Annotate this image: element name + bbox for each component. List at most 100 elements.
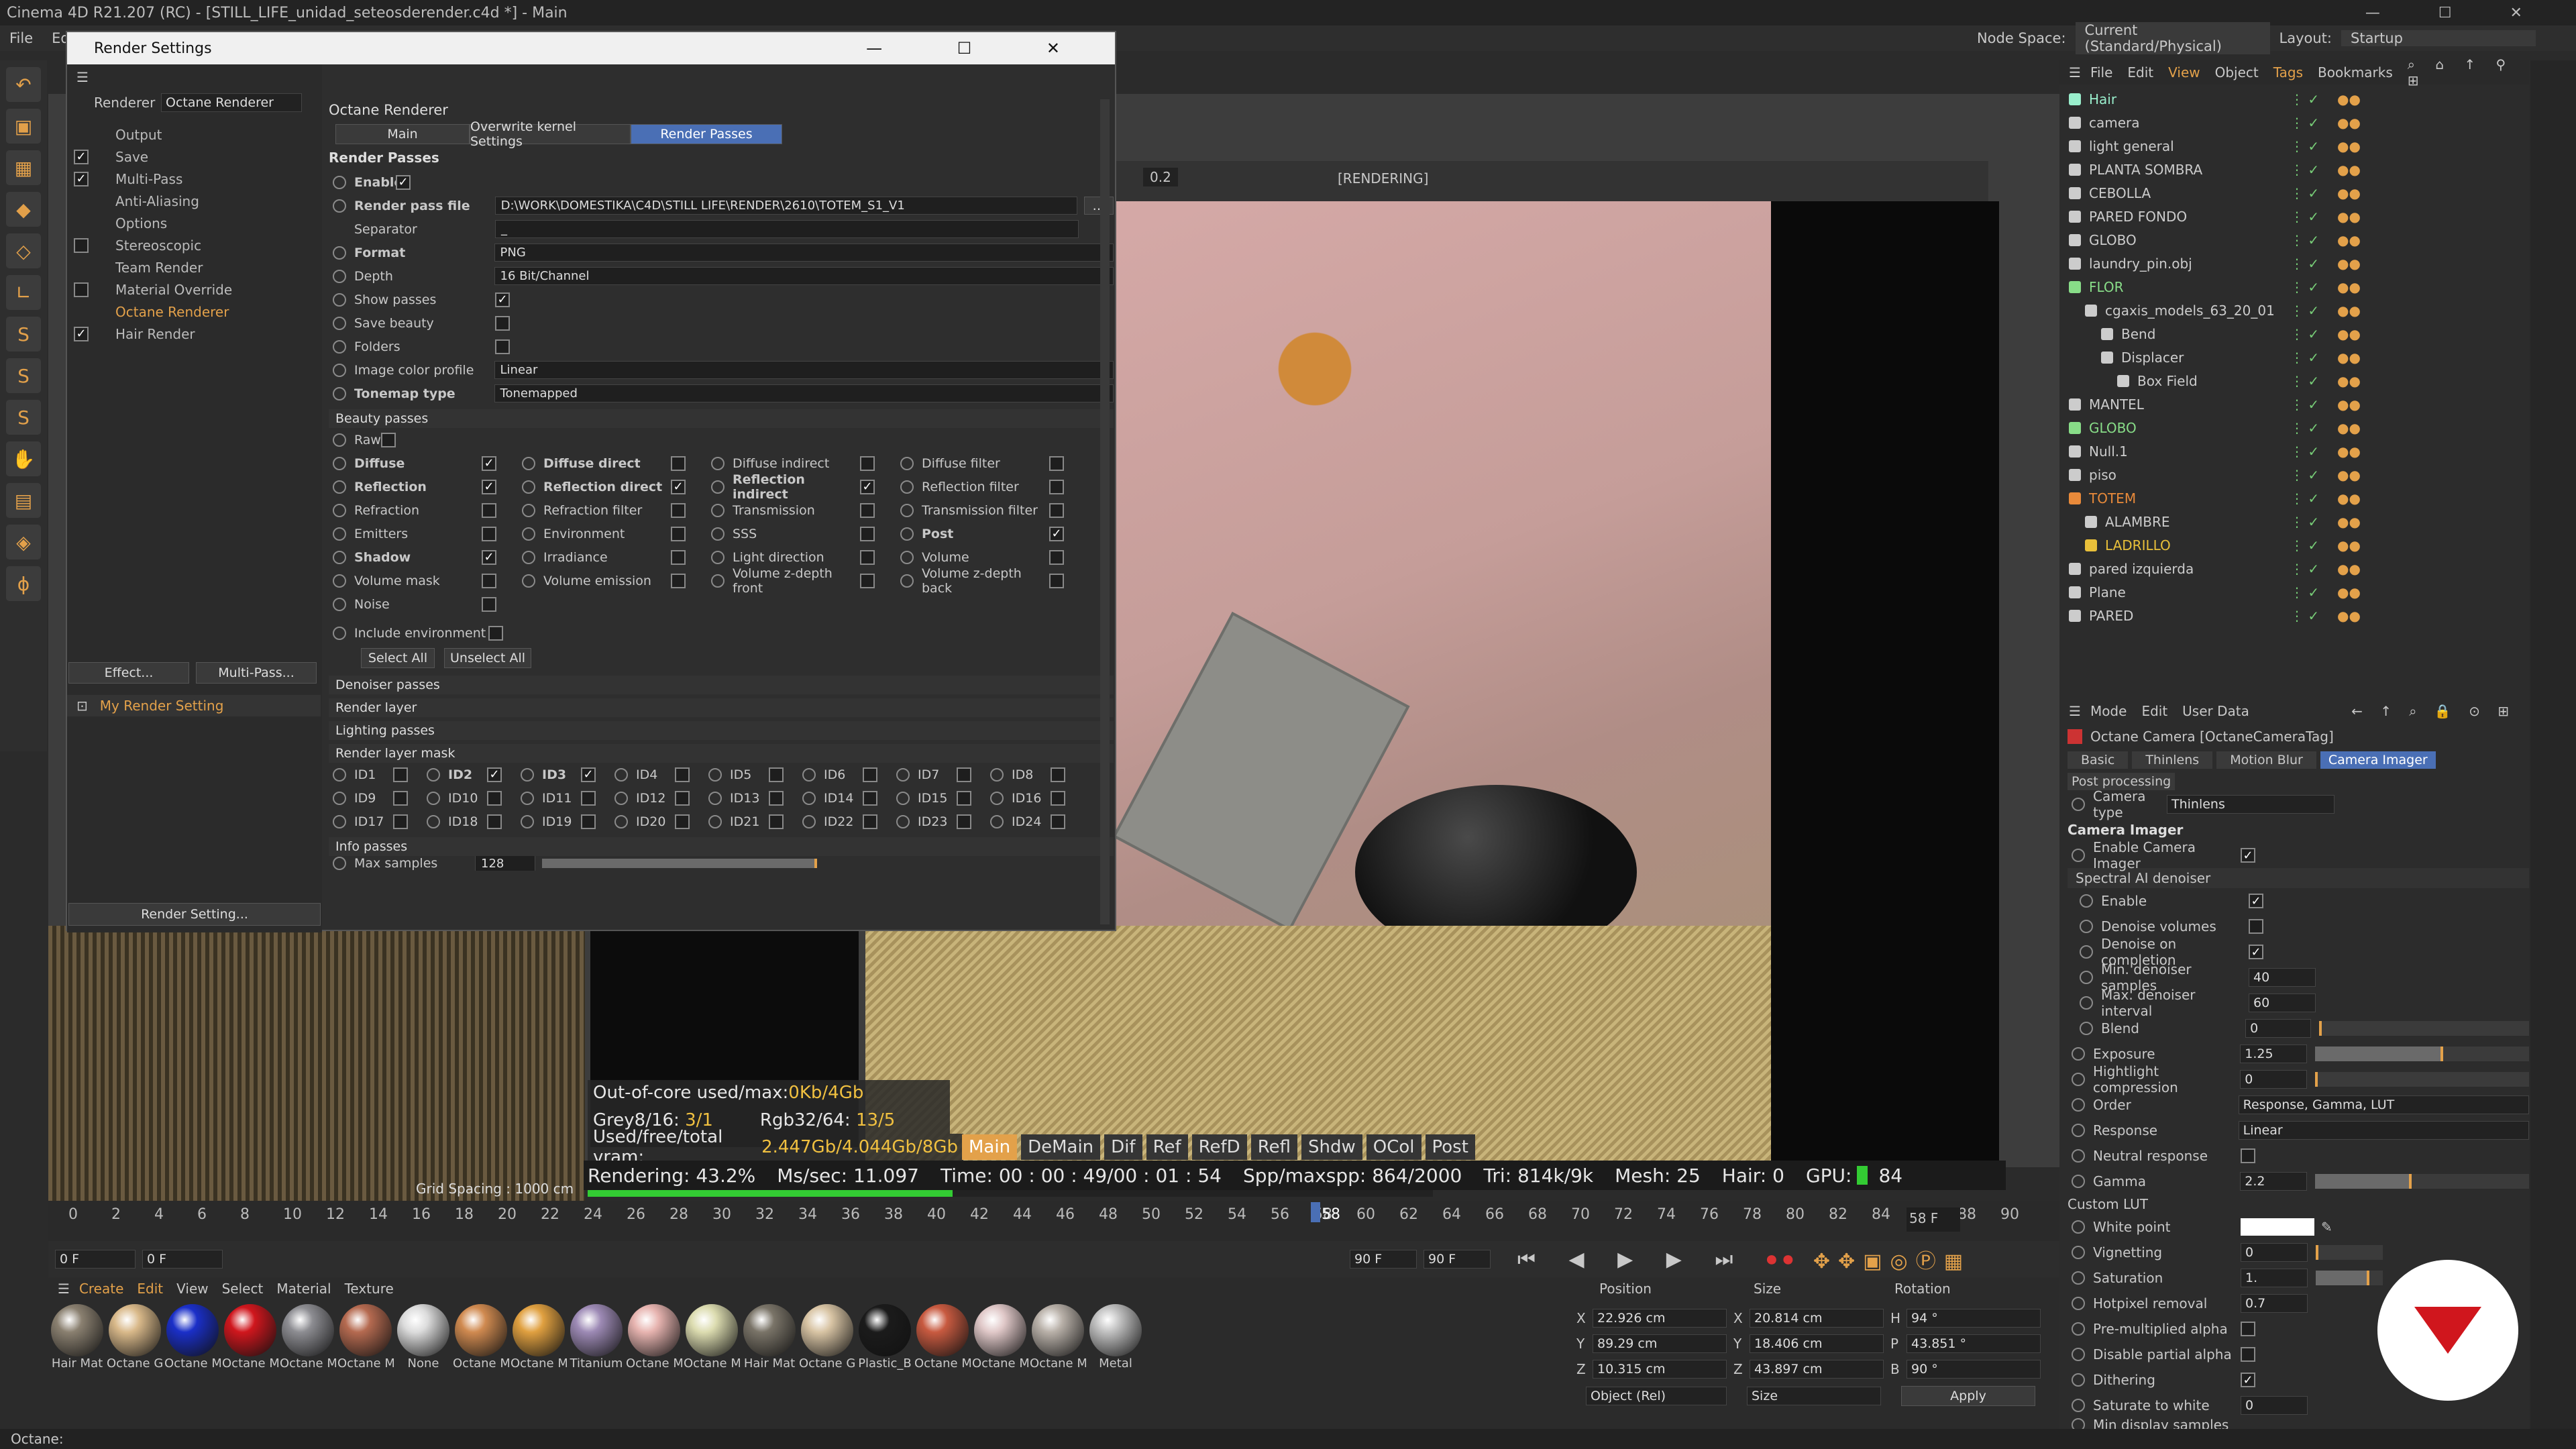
camera-type-radio[interactable] — [2072, 798, 2085, 811]
beauty-pass-radio[interactable] — [900, 456, 914, 470]
layer-id-radio[interactable] — [990, 767, 1004, 782]
object-row[interactable]: MANTEL ⋮ ✓ ●● — [2059, 392, 2529, 416]
key-tools-icon[interactable]: ✥✥▣◎Ⓟ▦ — [1813, 1244, 1971, 1274]
beauty-pass-radio[interactable] — [333, 550, 346, 564]
coord-value-field[interactable]: 90 ° — [1907, 1360, 2041, 1379]
tonemap-radio[interactable] — [333, 386, 346, 400]
node-space-select[interactable]: Current (Standard/Physical) — [2075, 22, 2270, 54]
color-profile-select[interactable]: Linear — [494, 361, 1114, 379]
layer-id-radio[interactable] — [802, 791, 816, 805]
obj-menu-object[interactable]: Object — [2215, 64, 2259, 80]
layer-id-radio[interactable] — [521, 814, 534, 828]
material-item[interactable]: Octane M — [625, 1300, 683, 1371]
layer-id-radio[interactable] — [708, 814, 722, 828]
object-row[interactable]: Displacer ⋮ ✓ ●● — [2059, 345, 2529, 369]
object-name[interactable]: cgaxis_models_63_20_01 — [2105, 303, 2290, 319]
show-passes-radio[interactable] — [333, 292, 346, 307]
material-preview[interactable] — [224, 1304, 276, 1356]
material-item[interactable]: Octane M — [914, 1300, 971, 1371]
visibility-dots-icon[interactable]: ⋮ ✓ — [2290, 232, 2337, 248]
visibility-dots-icon[interactable]: ⋮ ✓ — [2290, 326, 2337, 342]
settings-tree-label[interactable]: Octane Renderer — [115, 304, 229, 320]
layer-id-radio[interactable] — [708, 767, 722, 782]
layer-id-checkbox[interactable] — [769, 790, 784, 806]
min-samples-radio[interactable] — [2080, 971, 2093, 984]
attr-menu-userdata[interactable]: User Data — [2182, 703, 2249, 719]
tag-icons[interactable]: ●● — [2337, 396, 2361, 413]
beauty-pass-checkbox[interactable]: ✓ — [1049, 526, 1064, 541]
disable-partial-checkbox[interactable] — [2241, 1347, 2255, 1362]
mat-menu-create[interactable]: Create — [79, 1281, 123, 1297]
order-radio[interactable] — [2072, 1098, 2085, 1112]
coord-value-field[interactable]: 18.406 cm — [1750, 1334, 1884, 1353]
beauty-pass-radio[interactable] — [900, 527, 914, 541]
highlight-slider[interactable] — [2315, 1072, 2529, 1087]
settings-tree-label[interactable]: Multi-Pass — [115, 171, 182, 187]
layer-id-radio[interactable] — [896, 767, 910, 782]
object-row[interactable]: cgaxis_models_63_20_01 ⋮ ✓ ●● — [2059, 299, 2529, 322]
layer-id-radio[interactable] — [896, 791, 910, 805]
beauty-passes-header[interactable]: Beauty passes — [329, 409, 1114, 428]
coord-value-field[interactable]: 22.926 cm — [1593, 1309, 1727, 1328]
polygon-icon[interactable]: ◆ — [6, 192, 41, 227]
select-all-button[interactable]: Select All — [361, 648, 435, 668]
visibility-dots-icon[interactable]: ⋮ ✓ — [2290, 350, 2337, 366]
layer-id-checkbox[interactable] — [769, 814, 784, 829]
frame-end-field[interactable]: 90 F — [1424, 1250, 1491, 1269]
playhead-marker[interactable] — [1311, 1202, 1320, 1222]
object-name[interactable]: Bend — [2121, 326, 2290, 342]
dithering-radio[interactable] — [2072, 1373, 2085, 1387]
material-preview[interactable] — [166, 1304, 219, 1356]
beauty-pass-radio[interactable] — [522, 527, 535, 541]
timeline[interactable]: 0 2 4 6 8 10 12 14 16 18 20 22 24 26 28 30 32 34 36 38 40 42 4… — [48, 1201, 2061, 1241]
visibility-dots-icon[interactable]: ⋮ ✓ — [2290, 279, 2337, 295]
layer-id-checkbox[interactable] — [769, 767, 784, 782]
visibility-dots-icon[interactable]: ⋮ ✓ — [2290, 584, 2337, 600]
object-row[interactable]: LADRILLO ⋮ ✓ ●● — [2059, 533, 2529, 557]
undo-icon[interactable]: ↶ — [6, 67, 41, 102]
layer-id-radio[interactable] — [614, 791, 628, 805]
object-name[interactable]: GLOBO — [2089, 420, 2290, 436]
max-samples-slider[interactable] — [542, 859, 817, 868]
dialog-window-controls[interactable]: — ☐ ✕ — [866, 39, 1095, 58]
pass-tab-refd[interactable]: RefD — [1191, 1134, 1247, 1160]
frame-min-field[interactable]: 0 F — [142, 1250, 223, 1269]
beauty-pass-radio[interactable] — [711, 527, 724, 541]
visibility-dots-icon[interactable]: ⋮ ✓ — [2290, 537, 2337, 553]
response-radio[interactable] — [2072, 1124, 2085, 1137]
object-name[interactable]: pared izquierda — [2089, 561, 2290, 577]
folders-checkbox[interactable] — [495, 339, 510, 354]
beauty-pass-radio[interactable] — [333, 503, 346, 517]
layer-id-checkbox[interactable] — [957, 790, 971, 806]
neutral-checkbox[interactable] — [2241, 1148, 2255, 1163]
object-row[interactable]: GLOBO ⋮ ✓ ●● — [2059, 416, 2529, 439]
menu-icon[interactable]: ☰ — [58, 1281, 70, 1297]
layer-id-checkbox[interactable] — [487, 790, 502, 806]
beauty-pass-radio[interactable] — [900, 550, 914, 564]
material-item[interactable]: Octane M — [337, 1300, 394, 1371]
settings-tree-item[interactable]: ✓ Multi-Pass — [67, 168, 322, 190]
object-name[interactable]: light general — [2089, 138, 2290, 154]
coord-size-select[interactable]: Size — [1747, 1387, 1881, 1405]
material-item[interactable]: Octane G — [106, 1300, 164, 1371]
layer-id-radio[interactable] — [333, 791, 346, 805]
object-name[interactable]: GLOBO — [2089, 232, 2290, 248]
object-name[interactable]: CEBOLLA — [2089, 185, 2290, 201]
layer-id-checkbox[interactable] — [675, 790, 690, 806]
object-name[interactable]: ALAMBRE — [2105, 514, 2290, 530]
attr-nav-icon[interactable]: ← ↑ ⌕ 🔒 ⊙ ⊞ — [2351, 703, 2516, 719]
settings-tree-label[interactable]: Output — [115, 127, 162, 143]
gamma-field[interactable]: 2.2 — [2240, 1172, 2307, 1191]
pass-tab-ocol[interactable]: OCol — [1366, 1134, 1421, 1160]
effect-button[interactable]: Effect... — [68, 662, 189, 684]
material-preview[interactable] — [513, 1304, 565, 1356]
layer-id-radio[interactable] — [708, 791, 722, 805]
material-item[interactable]: Titanium — [568, 1300, 625, 1371]
settings-tree-item[interactable]: Material Override — [67, 278, 322, 301]
object-name[interactable]: PARED — [2089, 608, 2290, 624]
denoiser-passes-header[interactable]: Denoiser passes — [329, 676, 1114, 694]
attr-menu-edit[interactable]: Edit — [2141, 703, 2167, 719]
settings-tree-label[interactable]: Hair Render — [115, 326, 195, 342]
visibility-dots-icon[interactable]: ⋮ ✓ — [2290, 115, 2337, 131]
material-item[interactable]: Octane M — [452, 1300, 510, 1371]
